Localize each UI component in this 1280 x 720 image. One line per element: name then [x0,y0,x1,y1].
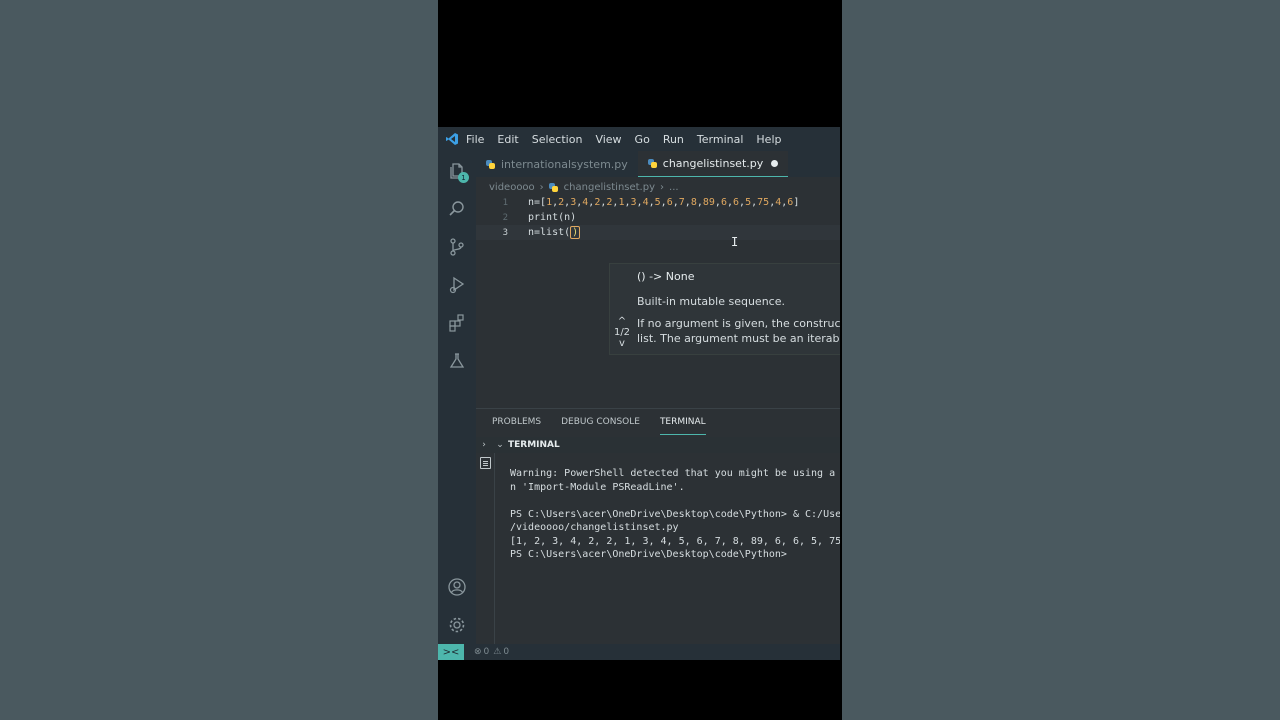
doc-detail-line: If no argument is given, the constructor… [637,317,840,330]
editor-tabs: internationalsystem.py changelistinset.p… [476,151,840,177]
tab-changelistinset[interactable]: changelistinset.py [637,151,789,177]
signature-help-popup: () -> None Built-in mutable sequence. ^ … [609,263,840,355]
editor-area: internationalsystem.py changelistinset.p… [476,151,840,408]
line-number: 1 [502,197,508,208]
extensions-icon[interactable] [445,311,469,335]
terminal-line: PS C:\Users\acer\OneDrive\Desktop\code\P… [510,549,787,560]
python-file-icon [647,159,657,168]
terminal-line: Warning: PowerShell detected that you mi… [510,468,840,479]
terminal-header-label: TERMINAL [508,440,560,450]
chevron-right-icon: › [660,181,665,193]
number-literal: 89 [702,197,715,208]
remote-indicator-icon[interactable]: >< [438,644,464,660]
signature-page-count: 1/2 [613,327,631,338]
doc-detail: If no argument is given, the constructor… [637,316,840,346]
terminal-output[interactable]: Warning: PowerShell detected that you mi… [510,467,840,562]
menu-go[interactable]: Go [635,133,650,146]
panel-tabs: PROBLEMS DEBUG CONSOLE TERMINAL [476,409,840,435]
chevron-right-icon: › [539,181,544,193]
number-literal: 75 [757,197,770,208]
title-bar: File Edit Selection View Go Run Terminal… [438,127,840,151]
menu-help[interactable]: Help [756,133,781,146]
terminal-line: /videoooo/changelistinset.py [510,522,679,533]
breadcrumb-folder[interactable]: videoooo [489,182,535,193]
code-line-3[interactable]: 3 n=list() [476,225,840,240]
code-line-1[interactable]: 1 n=[1,2,3,4,2,2,1,3,4,5,6,7,8,89,6,6,5,… [476,195,840,210]
settings-gear-icon[interactable] [445,613,469,637]
code-text: n=[1,2,3,4,2,2,1,3,4,5,6,7,8,89,6,6,5,75… [528,197,799,208]
code-text: n=list() [528,226,581,239]
video-frame: File Edit Selection View Go Run Terminal… [438,0,842,720]
terminal-line: [1, 2, 3, 4, 2, 2, 1, 3, 4, 5, 6, 7, 8, … [510,535,840,547]
problems-status[interactable]: ⊗ 0 ⚠ 0 [472,647,509,657]
activity-bar: 1 [438,151,476,644]
menu-run[interactable]: Run [663,133,684,146]
tab-label: changelistinset.py [662,157,764,170]
tab-debug-console[interactable]: DEBUG CONSOLE [561,409,640,435]
chevron-down-icon[interactable]: v [613,338,631,349]
unsaved-dot-icon[interactable] [771,160,779,167]
doc-summary: Built-in mutable sequence. [637,295,785,308]
error-icon: ⊗ [474,647,482,657]
vscode-window: File Edit Selection View Go Run Terminal… [438,127,840,660]
code-text: print(n) [528,212,577,223]
bottom-panel: PROBLEMS DEBUG CONSOLE TERMINAL › ⌄ TERM… [476,408,840,645]
warning-count: 0 [503,647,510,657]
run-debug-icon[interactable] [445,273,469,297]
tab-label: internationalsystem.py [501,157,628,171]
tab-terminal[interactable]: TERMINAL [659,409,706,435]
menu-terminal[interactable]: Terminal [697,133,744,146]
signature-pager: ^ 1/2 v [613,316,631,349]
terminal-list-icon[interactable] [480,457,491,469]
chevron-up-icon[interactable]: ^ [613,316,631,327]
code-token: n=list( [528,227,571,238]
video-left-margin [0,0,438,720]
explorer-icon[interactable]: 1 [445,159,469,183]
code-token: n=[ [528,197,547,208]
explorer-badge: 1 [458,172,469,183]
menu-file[interactable]: File [466,133,484,146]
error-count: 0 [483,647,490,657]
terminal-line: n 'Import-Module PSReadLine'. [510,481,685,493]
python-file-icon [548,182,558,192]
code-line-2[interactable]: 2 print(n) [476,210,840,225]
doc-detail-line: list. The argument must be an iterable i… [637,332,840,345]
search-icon[interactable] [445,197,469,221]
status-bar: >< ⊗ 0 ⚠ 0 [438,644,840,660]
line-number: 2 [502,212,508,223]
testing-flask-icon[interactable] [445,349,469,373]
tab-problems[interactable]: PROBLEMS [492,409,541,435]
menu-edit[interactable]: Edit [497,133,518,146]
terminal-line: PS C:\Users\acer\OneDrive\Desktop\code\P… [510,508,840,520]
source-control-icon[interactable] [445,235,469,259]
breadcrumb: videoooo › changelistinset.py › ... [489,179,679,195]
terminal-section-header[interactable]: › ⌄ TERMINAL [476,437,840,453]
line-number: 3 [502,227,508,238]
menu-selection[interactable]: Selection [532,133,583,146]
code-editor[interactable]: 1 n=[1,2,3,4,2,2,1,3,4,5,6,7,8,89,6,6,5,… [476,195,840,240]
mouse-ibeam-cursor-icon: I [731,235,739,249]
code-token: ] [793,197,800,208]
video-right-margin [842,0,1280,720]
breadcrumb-more[interactable]: ... [669,182,679,193]
tab-internationalsystem[interactable]: internationalsystem.py [476,151,638,177]
list-literal: 1,2,3,4,2,2,1,3,4,5,6,7,8,89,6,6,5,75,4,… [546,197,793,208]
warning-icon: ⚠ [493,647,502,657]
terminal-gutter [476,453,495,645]
signature-text: () -> None [637,270,695,283]
python-file-icon [486,159,495,169]
menu-view[interactable]: View [595,133,621,146]
chevron-right-icon[interactable]: › [476,440,492,450]
text-caret: ) [570,226,581,239]
chevron-down-icon[interactable]: ⌄ [492,440,508,450]
vscode-logo-icon [438,127,466,151]
breadcrumb-file[interactable]: changelistinset.py [564,182,655,193]
account-icon[interactable] [445,575,469,599]
